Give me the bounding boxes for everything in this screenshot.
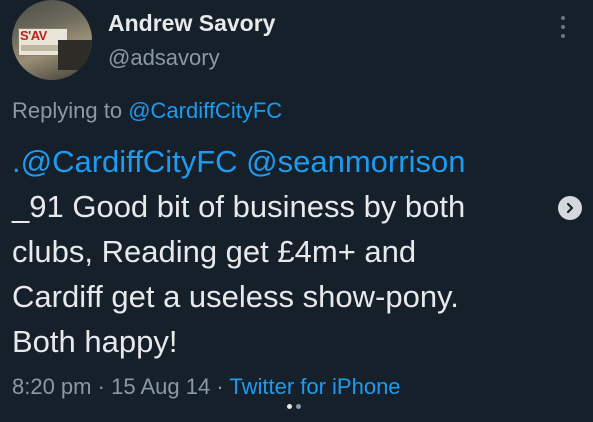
- tweet-line: clubs, Reading get £4m+ and: [12, 234, 417, 269]
- meta-separator: ·: [97, 374, 105, 399]
- avatar-sign-strip: [21, 45, 61, 51]
- next-button[interactable]: [558, 196, 582, 220]
- tweet-line: Both happy!: [12, 324, 178, 359]
- tweet-line: Cardiff get a useless show-pony.: [12, 279, 459, 314]
- tweet-line: .@CardiffCityFC @seanmorrison: [12, 139, 552, 184]
- mention-link[interactable]: @seanmorrison: [246, 144, 465, 179]
- avatar-truck: [58, 40, 92, 70]
- more-dot: [561, 34, 565, 38]
- avatar[interactable]: S'AV: [12, 0, 92, 80]
- tweet-meta: 8:20 pm · 15 Aug 14 · Twitter for iPhone: [12, 374, 401, 400]
- more-vertical-icon[interactable]: [558, 16, 568, 38]
- tweet-date[interactable]: 15 Aug 14: [111, 374, 210, 399]
- carousel-indicator: [287, 404, 301, 409]
- author-handle[interactable]: @adsavory: [108, 45, 220, 71]
- more-dot: [561, 25, 565, 29]
- meta-separator: ·: [216, 374, 224, 399]
- author-name[interactable]: Andrew Savory: [108, 10, 275, 37]
- replying-to-link[interactable]: @CardiffCityFC: [128, 98, 282, 123]
- tweet-text: .@CardiffCityFC @seanmorrison _91 Good b…: [12, 139, 552, 364]
- tweet-source[interactable]: Twitter for iPhone: [229, 374, 400, 399]
- tweet-line: _91 Good bit of business by both: [12, 189, 466, 224]
- replying-prefix: Replying to: [12, 98, 123, 123]
- avatar-sign-text: S'AV: [20, 28, 47, 43]
- indicator-dot-active[interactable]: [287, 404, 292, 409]
- tweet-time[interactable]: 8:20 pm: [12, 374, 92, 399]
- indicator-dot[interactable]: [296, 404, 301, 409]
- mention-link[interactable]: .@CardiffCityFC: [12, 144, 238, 179]
- replying-to: Replying to @CardiffCityFC: [12, 98, 282, 124]
- chevron-right-icon: [566, 202, 574, 214]
- more-dot: [561, 16, 565, 20]
